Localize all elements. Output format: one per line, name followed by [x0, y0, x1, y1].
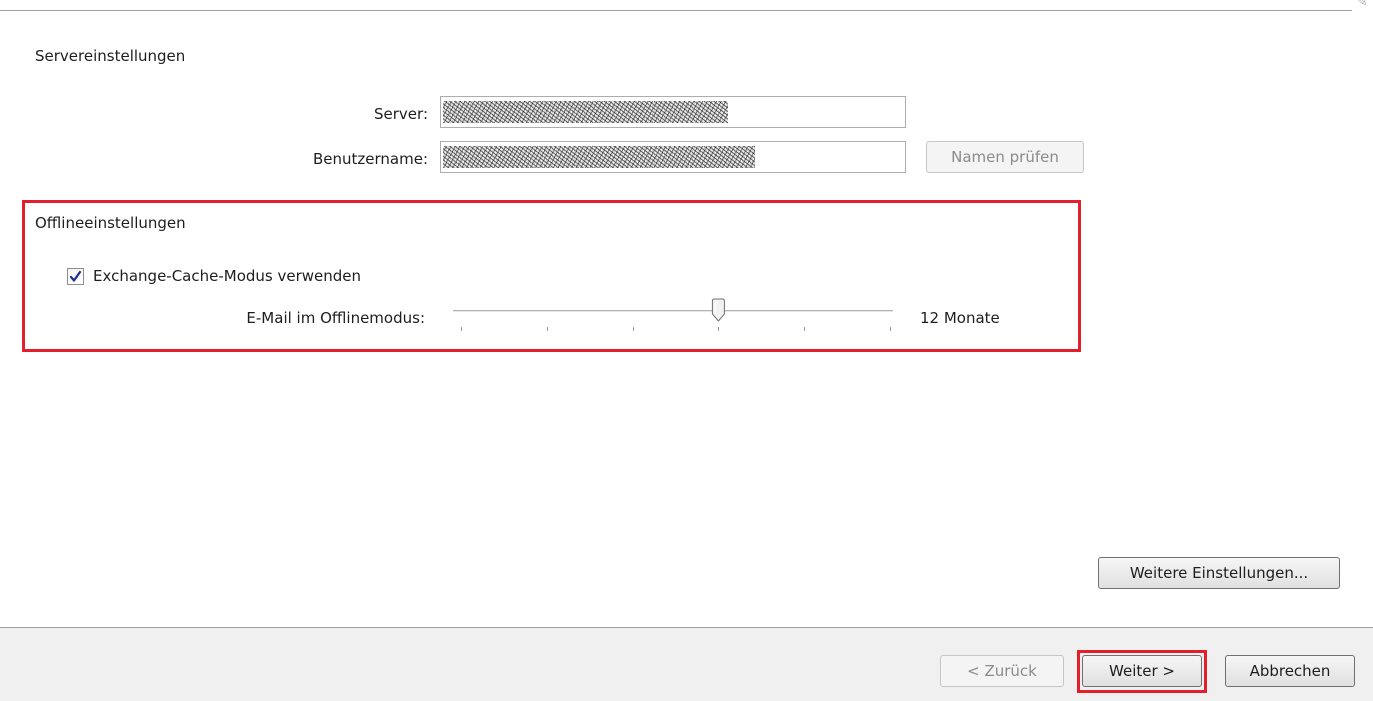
- slider-thumb[interactable]: [711, 298, 725, 322]
- dialog-footer: < Zurück Weiter > Abbrechen: [0, 627, 1373, 701]
- cache-mode-checkbox[interactable]: [67, 268, 84, 285]
- redacted-server-value: [443, 101, 728, 123]
- offline-mail-value: 12 Monate: [920, 309, 1000, 327]
- pen-icon: ✎: [1356, 0, 1368, 10]
- offline-mail-label: E-Mail im Offlinemodus:: [246, 309, 425, 327]
- dialog-content: Servereinstellungen Server: Benutzername…: [0, 11, 1373, 628]
- server-label: Server:: [374, 105, 428, 123]
- more-settings-button[interactable]: Weitere Einstellungen...: [1098, 557, 1340, 589]
- slider-ticks: [461, 327, 891, 331]
- server-settings-heading: Servereinstellungen: [35, 47, 186, 65]
- cache-mode-label[interactable]: Exchange-Cache-Modus verwenden: [93, 267, 361, 285]
- next-button[interactable]: Weiter >: [1082, 655, 1202, 687]
- cancel-button[interactable]: Abbrechen: [1225, 655, 1355, 687]
- username-label: Benutzername:: [312, 150, 428, 168]
- redacted-username-value: [443, 146, 755, 168]
- username-input[interactable]: [440, 141, 906, 173]
- offline-settings-heading: Offlineeinstellungen: [35, 214, 186, 232]
- offline-mail-slider[interactable]: [447, 297, 899, 337]
- checkmark-icon: [69, 270, 82, 282]
- server-input[interactable]: [440, 96, 906, 128]
- check-names-button[interactable]: Namen prüfen: [926, 141, 1084, 173]
- back-button[interactable]: < Zurück: [940, 655, 1064, 687]
